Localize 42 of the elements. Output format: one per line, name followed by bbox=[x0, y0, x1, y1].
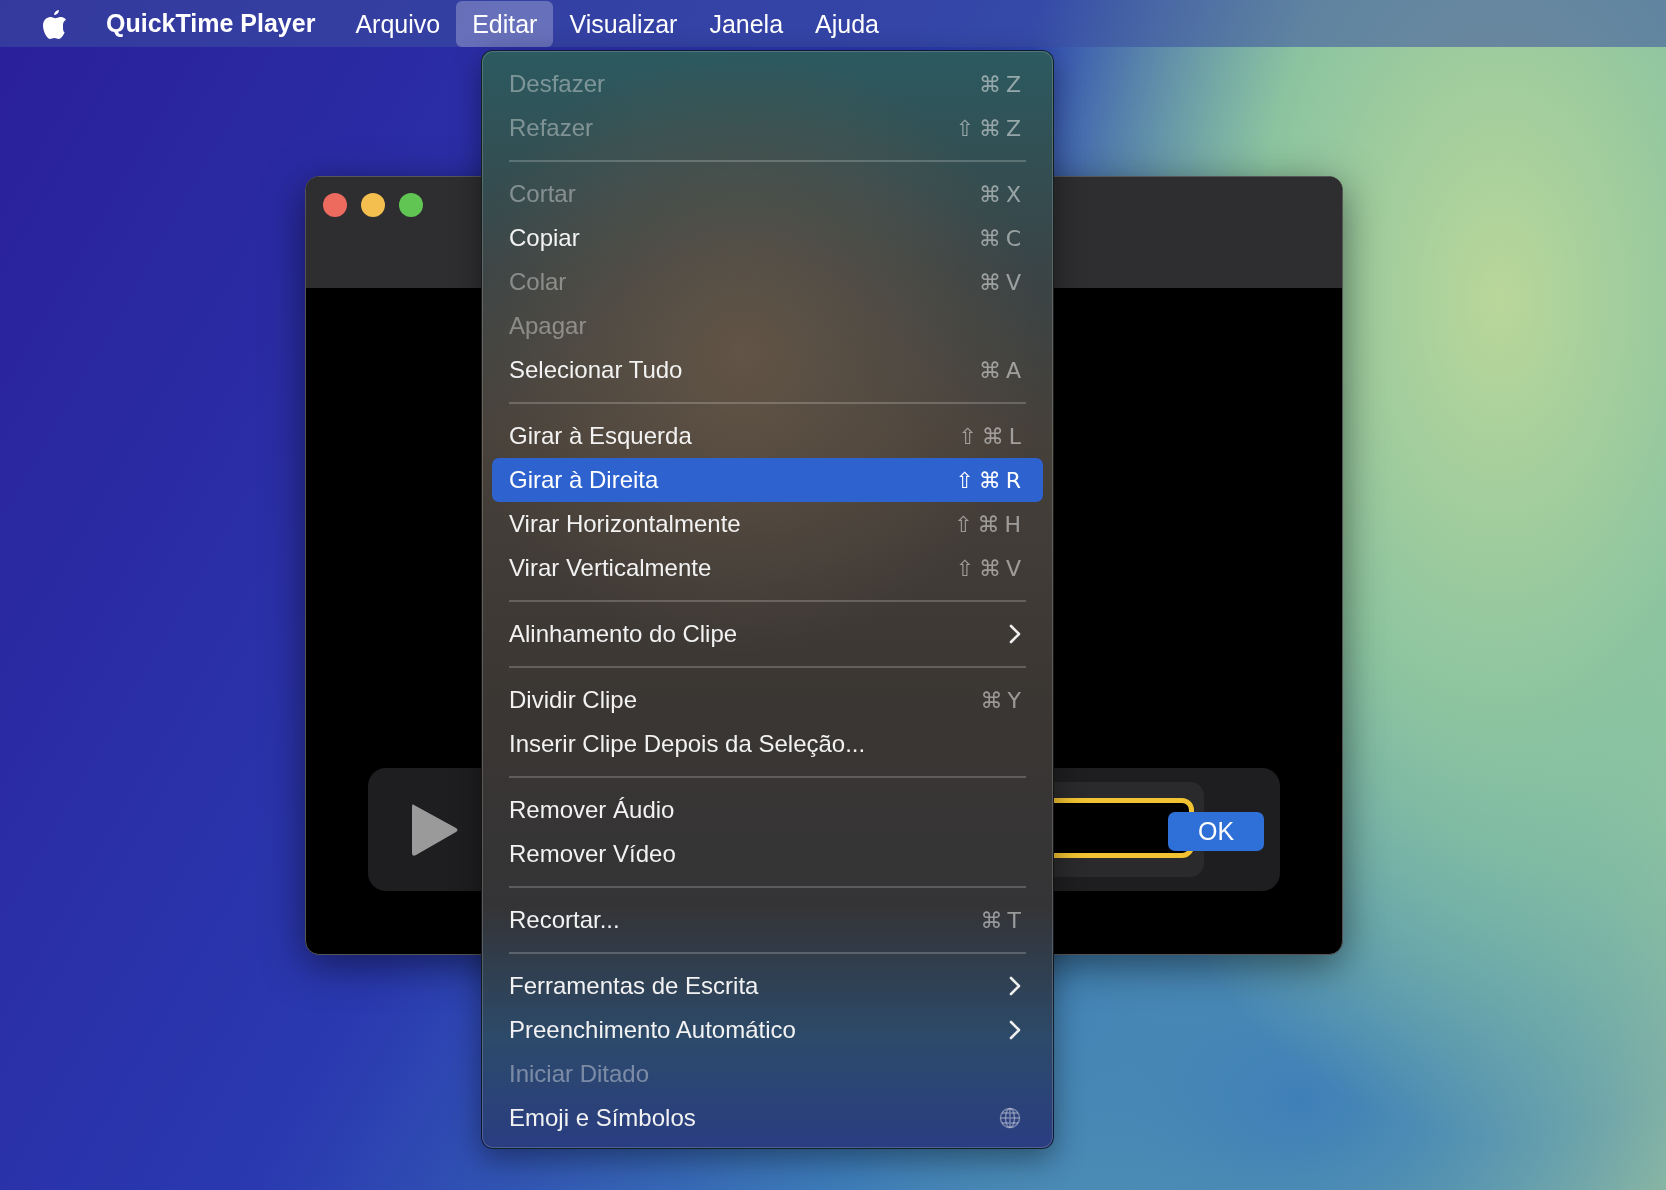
menu-bar-item[interactable]: Editar bbox=[456, 0, 554, 47]
keyboard-shortcut: ⌘X bbox=[978, 181, 1026, 207]
menu-item[interactable]: Alinhamento do Clipe bbox=[492, 612, 1043, 656]
keyboard-shortcut: ⇧⌘L bbox=[958, 423, 1026, 449]
menu-bar-item[interactable]: Visualizar bbox=[553, 0, 694, 47]
ok-button[interactable]: OK bbox=[1168, 812, 1264, 851]
chevron-right-icon bbox=[1009, 624, 1021, 644]
menu-item[interactable]: Recortar... ⌘T bbox=[492, 898, 1043, 942]
keyboard-shortcut: ⇧⌘V bbox=[955, 555, 1026, 581]
menu-item[interactable]: Emoji e Símbolos bbox=[492, 1096, 1043, 1140]
globe-icon bbox=[999, 1107, 1021, 1129]
keyboard-shortcut: ⇧⌘R bbox=[955, 467, 1026, 493]
keyboard-shortcut: ⌘Z bbox=[978, 71, 1026, 97]
menu-bar-item[interactable]: Arquivo bbox=[339, 0, 457, 47]
menu-item[interactable]: Dividir Clipe ⌘Y bbox=[492, 678, 1043, 722]
keyboard-shortcut: ⌘A bbox=[978, 357, 1026, 383]
menu-item[interactable]: Virar Verticalmente ⇧⌘V bbox=[492, 546, 1043, 590]
menu-item[interactable]: Selecionar Tudo ⌘A bbox=[492, 348, 1043, 392]
keyboard-shortcut: ⌘C bbox=[978, 225, 1026, 251]
menu-bar-item[interactable]: Ajuda bbox=[799, 0, 895, 47]
app-name[interactable]: QuickTime Player bbox=[106, 9, 316, 38]
keyboard-shortcut: ⇧⌘H bbox=[954, 511, 1026, 537]
chevron-right-icon bbox=[1009, 1020, 1021, 1040]
keyboard-shortcut: ⇧⌘Z bbox=[955, 115, 1026, 141]
close-button[interactable] bbox=[323, 193, 347, 217]
keyboard-shortcut: ⌘V bbox=[978, 269, 1026, 295]
menu-item[interactable]: Virar Horizontalmente ⇧⌘H bbox=[492, 502, 1043, 546]
keyboard-shortcut: ⌘T bbox=[980, 907, 1026, 933]
menu-bar-item[interactable]: Janela bbox=[693, 0, 800, 47]
menu-item[interactable]: Girar à Esquerda ⇧⌘L bbox=[492, 414, 1043, 458]
menu-item[interactable]: Inserir Clipe Depois da Seleção... bbox=[492, 722, 1043, 766]
chevron-right-icon bbox=[1009, 976, 1021, 996]
apple-logo-icon[interactable] bbox=[40, 7, 68, 40]
minimize-button[interactable] bbox=[361, 193, 385, 217]
menu-item[interactable]: Ferramentas de Escrita bbox=[492, 964, 1043, 1008]
menu-item[interactable]: Copiar ⌘C bbox=[492, 216, 1043, 260]
menu-item[interactable]: Preenchimento Automático bbox=[492, 1008, 1043, 1052]
keyboard-shortcut: ⌘Y bbox=[980, 687, 1026, 713]
menu-item[interactable]: Remover Vídeo bbox=[492, 832, 1043, 876]
menu-item[interactable]: Remover Áudio bbox=[492, 788, 1043, 832]
zoom-button[interactable] bbox=[399, 193, 423, 217]
menu-item[interactable]: Girar à Direita ⇧⌘R bbox=[492, 458, 1043, 502]
